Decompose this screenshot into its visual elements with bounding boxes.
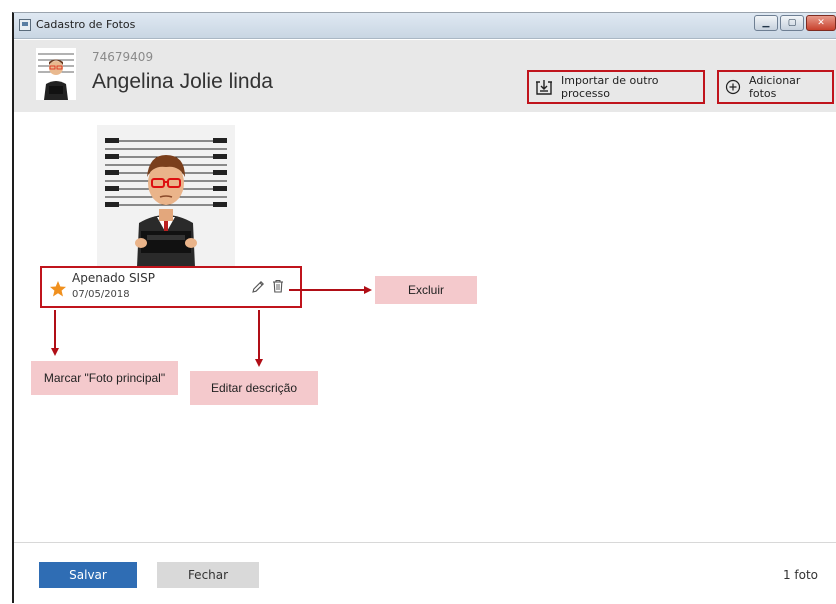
star-icon[interactable] [49, 280, 67, 298]
avatar [36, 48, 76, 100]
person-name: Angelina Jolie linda [92, 70, 273, 93]
photo-date: 07/05/2018 [72, 289, 130, 300]
add-photos-button[interactable]: Adicionar fotos [717, 70, 834, 104]
window-title: Cadastro de Fotos [36, 18, 136, 31]
photo-card[interactable]: Apenado SISP 07/05/2018 [40, 266, 302, 308]
import-icon [536, 80, 552, 95]
photo-thumbnail[interactable] [97, 125, 235, 267]
callout-mark-main-photo: Marcar "Foto principal" [31, 361, 178, 395]
callout-delete: Excluir [375, 276, 477, 304]
photo-gallery: Apenado SISP 07/05/2018 Excluir Marcar "… [14, 112, 836, 542]
close-icon[interactable]: ✕ [806, 15, 836, 31]
save-button[interactable]: Salvar [39, 562, 137, 588]
import-button-label: Importar de outro processo [561, 74, 659, 100]
record-header: 74679409 Angelina Jolie linda Importar d… [14, 40, 836, 112]
screenshot-frame: Cadastro de Fotos ▁ ▢ ✕ 74679409 Angelin… [0, 0, 836, 604]
close-button[interactable]: Fechar [157, 562, 259, 588]
add-button-label: Adicionar fotos [749, 74, 801, 100]
import-from-process-button[interactable]: Importar de outro processo [527, 70, 705, 104]
maximize-icon[interactable]: ▢ [780, 15, 804, 31]
plus-circle-icon [725, 79, 741, 95]
window-controls: ▁ ▢ ✕ [754, 15, 836, 31]
photo-description: Apenado SISP [72, 271, 155, 285]
photo-count: 1 foto [782, 568, 818, 582]
callout-edit-description: Editar descrição [190, 371, 318, 405]
minimize-icon[interactable]: ▁ [754, 15, 778, 31]
footer-bar: Salvar Fechar 1 foto [14, 542, 836, 604]
record-id: 74679409 [92, 50, 154, 64]
pencil-icon[interactable] [251, 280, 265, 294]
photo-register-window: Cadastro de Fotos ▁ ▢ ✕ 74679409 Angelin… [12, 12, 836, 604]
title-bar: Cadastro de Fotos ▁ ▢ ✕ [14, 13, 836, 39]
window-icon [19, 19, 31, 31]
trash-icon[interactable] [272, 279, 284, 293]
